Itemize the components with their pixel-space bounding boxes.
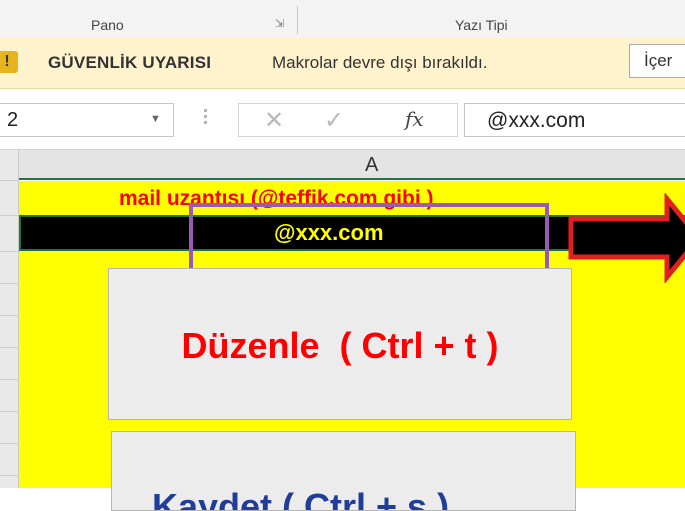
pano-group-label: Pano — [91, 17, 124, 33]
row-divider — [0, 411, 18, 412]
worksheet-grid: A mail uzantısı (@teffik.com gibi ) @xxx… — [0, 150, 685, 511]
sheet-body: mail uzantısı (@teffik.com gibi ) @xxx.c… — [19, 181, 685, 511]
warning-shield-icon: ! — [0, 51, 18, 73]
insert-function-icon[interactable]: fx — [405, 107, 424, 131]
edit-button[interactable]: Düzenle ( Ctrl + t ) — [108, 268, 572, 420]
formula-value: @xxx.com — [487, 109, 586, 132]
formula-bar: 2 ▼ ✕ ✓ fx @xxx.com — [0, 89, 685, 150]
edit-button-label: Düzenle ( Ctrl + t ) — [181, 325, 499, 366]
row-divider — [0, 283, 18, 284]
name-box-value: 2 — [7, 109, 19, 131]
chevron-down-icon[interactable]: ▼ — [150, 113, 161, 125]
group-separator — [297, 6, 298, 34]
column-header-label: A — [365, 154, 379, 176]
row-divider — [0, 443, 18, 444]
formula-input[interactable]: @xxx.com — [464, 103, 685, 137]
security-warning-bar: ! GÜVENLİK UYARISI Makrolar devre dışı b… — [0, 38, 685, 89]
dialog-launcher-icon[interactable]: ⇲ — [275, 18, 287, 30]
enter-icon[interactable]: ✓ — [324, 106, 344, 135]
enable-content-button[interactable]: İçer — [629, 44, 685, 78]
name-box[interactable]: 2 ▼ — [0, 103, 174, 137]
select-all-corner[interactable] — [0, 150, 19, 181]
enable-content-label: İçer — [644, 51, 673, 70]
formula-bar-buttons: ✕ ✓ fx — [238, 103, 458, 137]
security-warning-message: Makrolar devre dışı bırakıldı. — [272, 53, 488, 72]
column-header-a[interactable]: A — [19, 150, 685, 180]
arrow-shape — [568, 193, 685, 283]
ribbon-group-labels: Pano ⇲ Yazı Tipi — [0, 0, 685, 39]
row-divider — [0, 315, 18, 316]
font-group-label: Yazı Tipi — [455, 17, 508, 33]
formula-bar-grip[interactable] — [204, 109, 207, 129]
save-button-label: Kaydet ( Ctrl + s ) — [152, 486, 450, 511]
row-divider — [0, 379, 18, 380]
row-headers[interactable] — [0, 181, 19, 488]
save-button[interactable]: Kaydet ( Ctrl + s ) — [111, 431, 576, 511]
row-divider — [0, 475, 18, 476]
row-divider — [0, 251, 18, 252]
security-warning-title: GÜVENLİK UYARISI — [48, 53, 212, 72]
cancel-icon[interactable]: ✕ — [264, 106, 284, 135]
right-arrow-icon — [568, 193, 685, 283]
row-divider — [0, 347, 18, 348]
row-divider — [0, 215, 18, 216]
